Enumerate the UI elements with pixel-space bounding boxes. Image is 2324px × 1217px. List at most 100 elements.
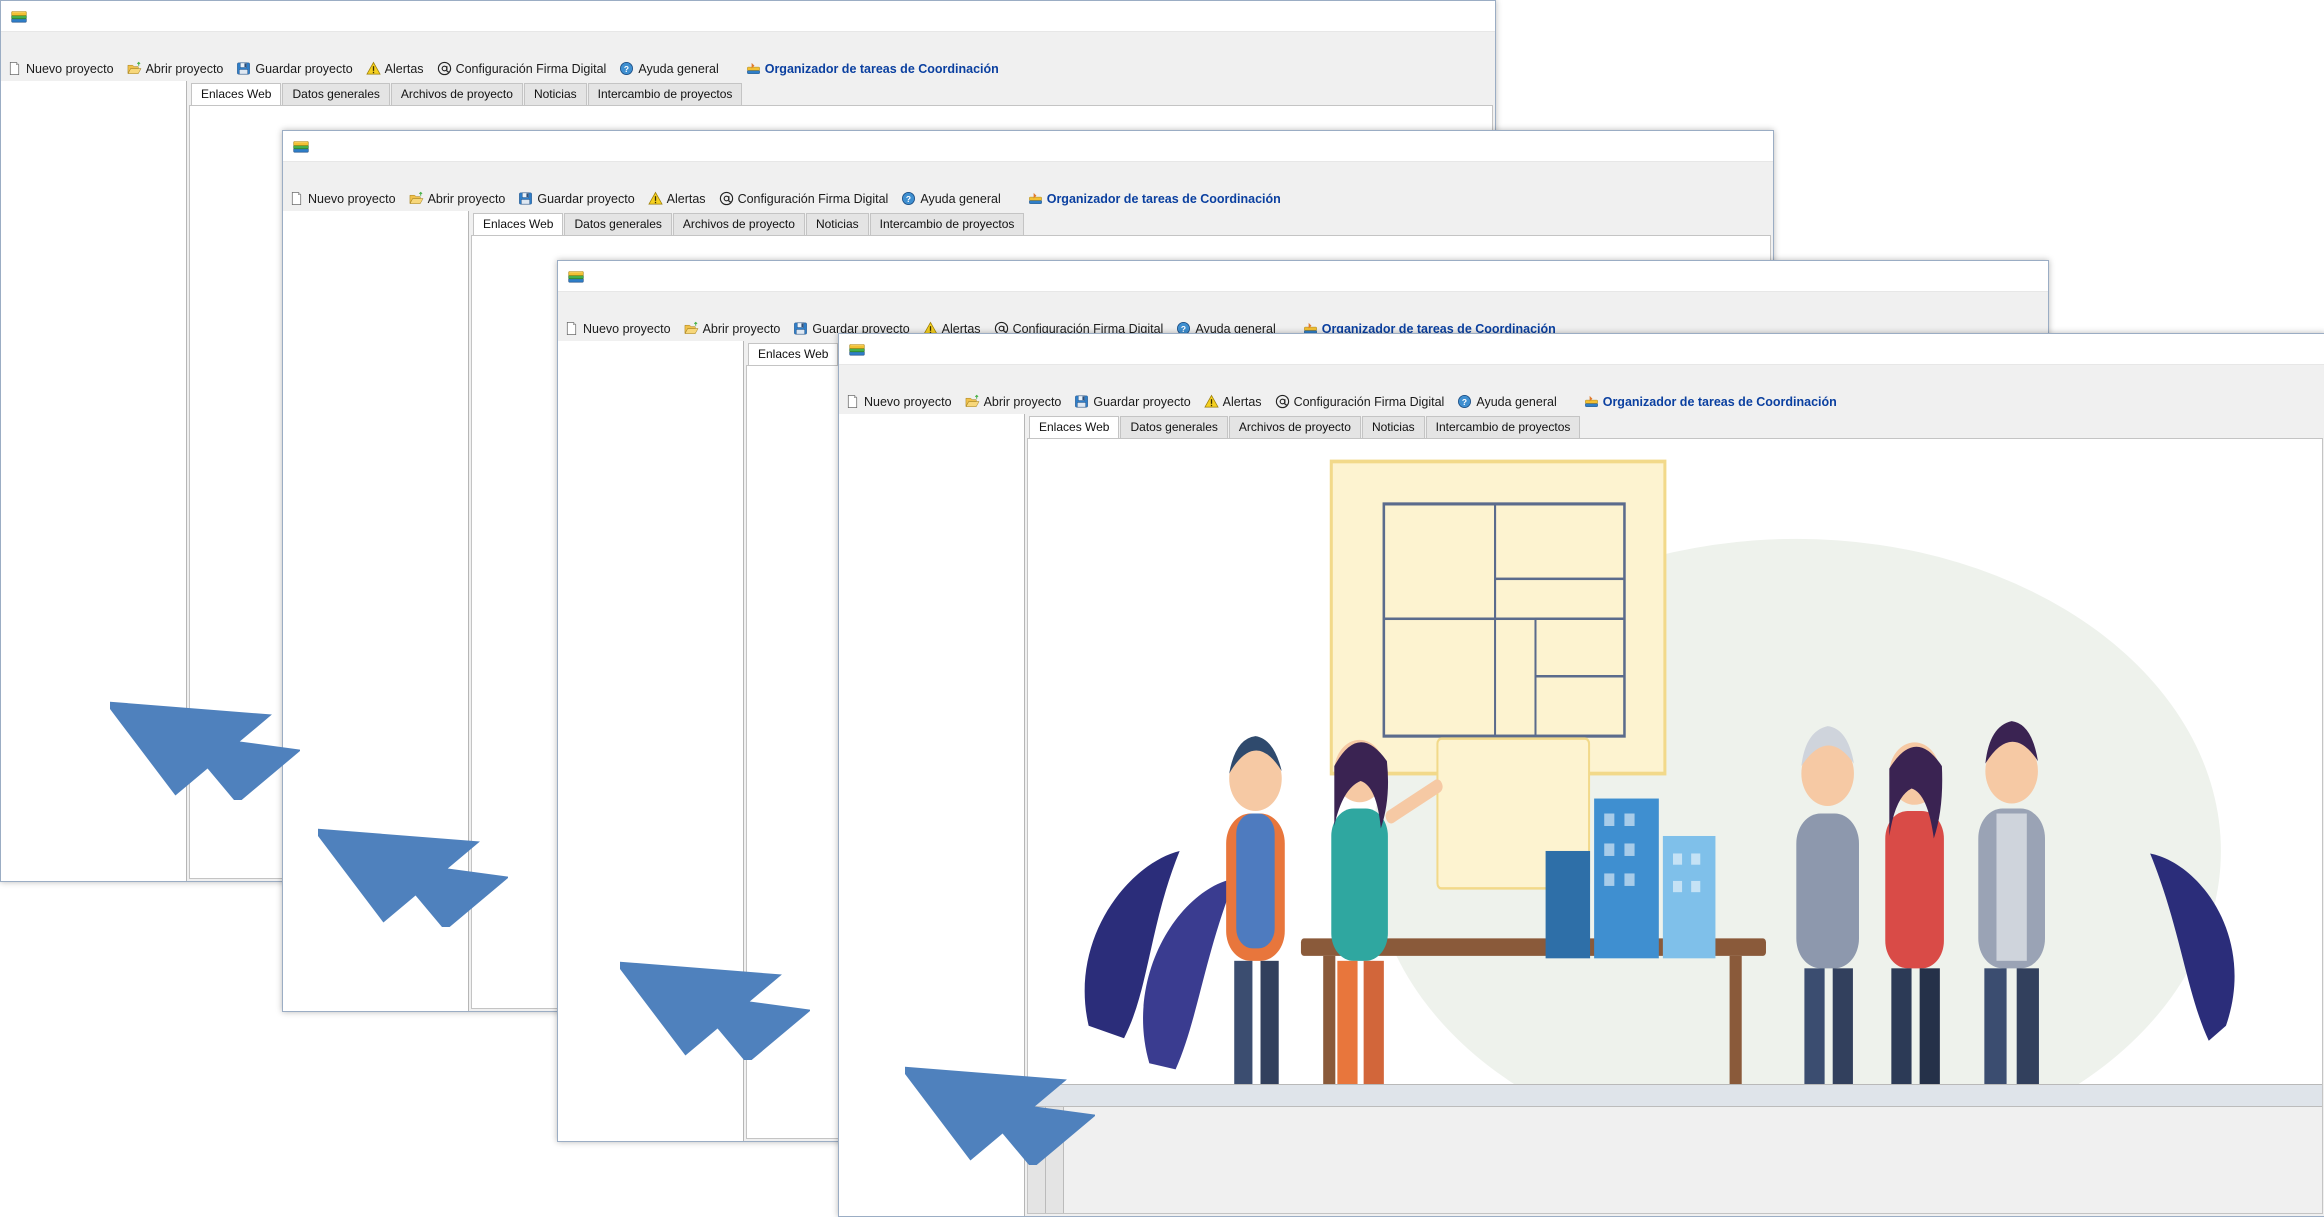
svg-text:?: ? [1462, 397, 1467, 407]
side-panel[interactable] [283, 211, 469, 1011]
warning-triangle-icon [365, 61, 381, 76]
tab-bar[interactable]: Enlaces WebDatos generalesArchivos de pr… [187, 81, 1495, 106]
side-panel[interactable] [558, 341, 744, 1141]
app-books-icon [292, 137, 310, 155]
tab-archivos-de-proyecto[interactable]: Archivos de proyecto [672, 213, 805, 235]
minimize-button[interactable] [1363, 1, 1407, 31]
maximize-button[interactable] [1407, 1, 1451, 31]
tab-datos-generales[interactable]: Datos generales [1120, 416, 1228, 438]
menu-bar[interactable] [839, 365, 2324, 388]
window-2-titlebar[interactable] [283, 131, 1773, 162]
organizador-tareas-link[interactable]: Organizador de tareas de Coordinación [746, 61, 999, 76]
primeros-pasos-icons[interactable] [1064, 1107, 2322, 1213]
coordination-icon [746, 61, 761, 76]
save-diskette-icon [236, 61, 251, 76]
splash-illustration [1028, 439, 2322, 1213]
menu-bar[interactable] [1, 32, 1495, 55]
tab-datos-generales[interactable]: Datos generales [564, 213, 672, 235]
minimize-button[interactable] [1641, 131, 1685, 161]
maximize-button[interactable] [1960, 261, 2004, 291]
tab-noticias[interactable]: Noticias [805, 213, 869, 235]
window-controls[interactable] [1363, 1, 1495, 31]
toolbar-label: Abrir proyecto [145, 61, 224, 76]
close-button[interactable] [2281, 334, 2324, 364]
window-controls[interactable] [2193, 334, 2324, 364]
toolbar-warning-triangle-button[interactable]: Alertas [647, 191, 706, 206]
toolbar-new-document-button[interactable]: Nuevo proyecto [564, 321, 671, 336]
organizador-tareas-link[interactable]: Organizador de tareas de Coordinación [1028, 191, 1281, 206]
toolbar-help-circle-button[interactable]: ? Ayuda general [619, 61, 719, 76]
toolbar-open-folder-button[interactable]: Abrir proyecto [127, 61, 224, 76]
toolbar-save-diskette-button[interactable]: Guardar proyecto [518, 191, 635, 206]
tab-datos-generales[interactable]: Datos generales [282, 83, 390, 105]
window-controls[interactable] [1916, 261, 2048, 291]
toolbar-save-diskette-button[interactable]: Guardar proyecto [236, 61, 353, 76]
tab-archivos-de-proyecto[interactable]: Archivos de proyecto [390, 83, 523, 105]
tab-archivos-de-proyecto[interactable]: Archivos de proyecto [1228, 416, 1361, 438]
window-controls[interactable] [1641, 131, 1773, 161]
toolbar-label: Abrir proyecto [983, 394, 1062, 409]
save-diskette-icon [518, 191, 533, 206]
toolbar-new-document-button[interactable]: Nuevo proyecto [7, 61, 114, 76]
minimize-button[interactable] [2193, 334, 2237, 364]
window-4[interactable]: Nuevo proyecto Abrir proyecto Guardar proy… [838, 333, 2324, 1217]
organizador-label: Organizador de tareas de Coordinación [764, 61, 999, 76]
open-folder-icon [965, 394, 980, 409]
warning-triangle-icon [647, 191, 663, 206]
menu-bar[interactable] [283, 162, 1773, 185]
maximize-button[interactable] [1685, 131, 1729, 161]
tab-noticias[interactable]: Noticias [1361, 416, 1425, 438]
toolbar-label: Configuración Firma Digital [455, 61, 607, 76]
toolbar-open-folder-button[interactable]: Abrir proyecto [684, 321, 780, 336]
toolbar[interactable]: Nuevo proyecto Abrir proyecto Guardar proy… [1, 55, 1495, 83]
window-3-titlebar[interactable] [558, 261, 2048, 292]
vertical-tab-manuales[interactable] [1046, 1107, 1064, 1213]
window-4-titlebar[interactable] [839, 334, 2324, 365]
maximize-button[interactable] [2237, 334, 2281, 364]
tab-intercambio-de-proyectos[interactable]: Intercambio de proyectos [587, 83, 743, 105]
content-area: Enlaces WebDatos generalesArchivos de pr… [1025, 414, 2324, 1216]
tab-enlaces-web[interactable]: Enlaces Web [1029, 416, 1120, 439]
minimize-button[interactable] [1916, 261, 1960, 291]
tab-noticias[interactable]: Noticias [523, 83, 587, 105]
close-button[interactable] [2004, 261, 2048, 291]
new-document-icon [7, 61, 22, 76]
toolbar-at-sign-button[interactable]: Configuración Firma Digital [1275, 394, 1444, 409]
toolbar-save-diskette-button[interactable]: Guardar proyecto [1074, 394, 1191, 409]
side-panel[interactable] [839, 414, 1025, 1216]
tab-enlaces-web[interactable]: Enlaces Web [473, 213, 564, 236]
window-1-titlebar[interactable] [1, 1, 1495, 32]
tab-enlaces-web[interactable]: Enlaces Web [748, 343, 839, 366]
tab-enlaces-web[interactable]: Enlaces Web [191, 83, 282, 106]
primeros-pasos-body [1028, 1107, 2322, 1213]
toolbar-warning-triangle-button[interactable]: Alertas [365, 61, 424, 76]
side-panel[interactable] [1, 81, 187, 881]
save-diskette-icon [793, 321, 808, 336]
toolbar-new-document-button[interactable]: Nuevo proyecto [845, 394, 952, 409]
toolbar-new-document-button[interactable]: Nuevo proyecto [289, 191, 396, 206]
close-button[interactable] [1451, 1, 1495, 31]
toolbar-at-sign-button[interactable]: Configuración Firma Digital [437, 61, 607, 76]
organizador-tareas-link[interactable]: Organizador de tareas de Coordinación [1584, 394, 1837, 409]
help-circle-icon: ? [901, 191, 916, 206]
toolbar-label: Configuración Firma Digital [737, 191, 889, 206]
tab-intercambio-de-proyectos[interactable]: Intercambio de proyectos [869, 213, 1025, 235]
toolbar-at-sign-button[interactable]: Configuración Firma Digital [719, 191, 889, 206]
toolbar-help-circle-button[interactable]: ? Ayuda general [901, 191, 1001, 206]
toolbar-warning-triangle-button[interactable]: Alertas [1203, 394, 1262, 409]
primeros-pasos-bar[interactable] [1028, 1084, 2322, 1213]
close-button[interactable] [1729, 131, 1773, 161]
toolbar[interactable]: Nuevo proyecto Abrir proyecto Guardar proy… [283, 185, 1773, 213]
toolbar[interactable]: Nuevo proyecto Abrir proyecto Guardar proy… [839, 388, 2324, 416]
tab-intercambio-de-proyectos[interactable]: Intercambio de proyectos [1425, 416, 1581, 438]
toolbar-open-folder-button[interactable]: Abrir proyecto [409, 191, 505, 206]
tab-bar[interactable]: Enlaces WebDatos generalesArchivos de pr… [469, 211, 1773, 236]
open-folder-icon [127, 61, 142, 76]
toolbar-label: Nuevo proyecto [583, 321, 671, 336]
menu-bar[interactable] [558, 292, 2048, 315]
open-folder-icon [409, 191, 424, 206]
tab-bar[interactable]: Enlaces WebDatos generalesArchivos de pr… [1025, 414, 2324, 439]
vertical-tab-tutoriales[interactable] [1028, 1107, 1046, 1213]
toolbar-open-folder-button[interactable]: Abrir proyecto [965, 394, 1062, 409]
toolbar-help-circle-button[interactable]: ? Ayuda general [1457, 394, 1557, 409]
